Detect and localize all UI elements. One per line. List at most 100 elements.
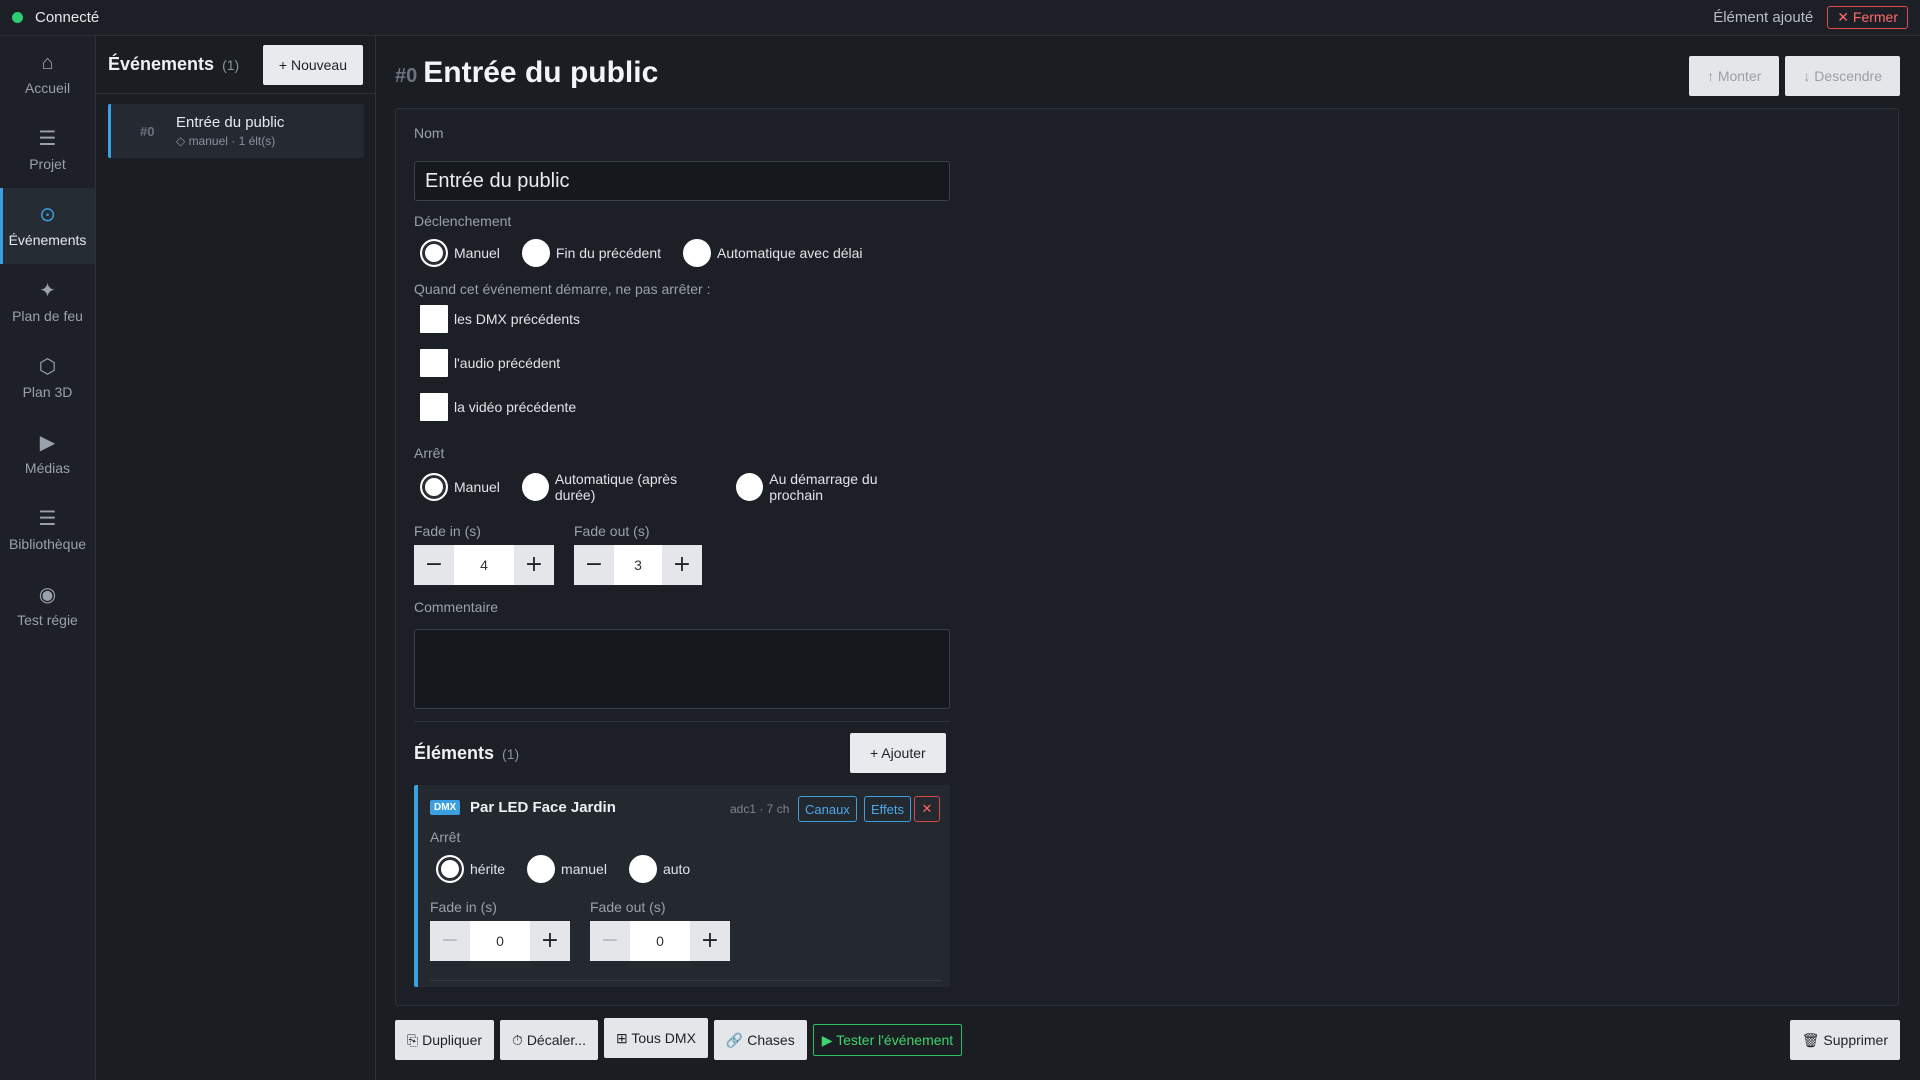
page-title: #0 Entrée du public [395,56,658,90]
delete-event-button[interactable]: 🗑 Supprimer [1789,1020,1900,1060]
close-notification-button[interactable]: ✕ Fermer [1827,6,1908,29]
radio-selected[interactable] [436,855,464,883]
stop-option-manual[interactable]: Manuel [420,473,500,501]
no-stop-label: Quand cet événement démarre, ne pas arrê… [414,281,711,297]
divider [414,721,950,722]
event-meta: ◇ manuel · 1 élt(s) [176,134,276,148]
radio[interactable] [736,473,764,501]
element-stop-label: Arrêt [430,829,461,845]
nav-item-plan-de-feu[interactable]: ✦ Plan de feu [0,264,95,340]
fade-in-decrement-button[interactable]: − [414,545,454,585]
element-fade-out-value[interactable]: 0 [630,921,690,961]
stop-option-next-start[interactable]: Au démarrage du prochain [736,471,928,503]
nav-item-test-regie[interactable]: ◉ Test régie [0,568,95,644]
radio[interactable] [683,239,711,267]
elements-count: (1) [502,746,520,762]
radio-icon: ◉ [38,584,57,606]
hexagon-icon: ⬡ [38,356,57,378]
fade-out-value[interactable]: 3 [614,545,662,585]
duplicate-button[interactable]: ⎘ Dupliquer [395,1020,495,1060]
fade-out-stepper: − 3 + [574,545,702,585]
nav-item-projet[interactable]: ☰ Projet [0,112,95,188]
trigger-option-end-previous[interactable]: Fin du précédent [521,239,661,267]
name-label: Nom [414,125,444,141]
nav-item-bibliotheque[interactable]: ☰ Bibliothèque [0,492,95,568]
main-nav: ⌂ Accueil ☰ Projet ⊙ Événements ✦ Plan d… [0,36,96,1080]
fade-out-decrement-button[interactable]: − [574,545,614,585]
checkbox[interactable] [420,305,448,333]
radio-label: auto [662,861,691,877]
element-fade-out-increment-button[interactable]: + [690,921,730,961]
remove-element-button[interactable]: ✕ [914,796,940,822]
fade-in-increment-button[interactable]: + [514,545,554,585]
element-stop-inherit[interactable]: hérite [436,855,505,883]
no-stop-dmx-checkbox[interactable]: les DMX précédents [420,305,580,333]
nav-item-label: Plan de feu [12,308,83,324]
element-meta: adc1 · 7 ch [730,802,790,816]
home-icon: ⌂ [41,52,54,74]
checkbox[interactable] [420,393,448,421]
play-icon: ▶ [39,432,56,454]
event-info: Entrée du public ◇ manuel · 1 élt(s) [176,114,284,148]
radio[interactable] [527,855,556,883]
events-list-header: Événements (1) + Nouveau [96,36,375,94]
element-fade-out-decrement-button[interactable]: − [590,921,630,961]
move-down-button[interactable]: ↓ Descendre [1785,56,1900,96]
effects-button[interactable]: Effets [864,796,912,822]
nav-item-label: Événements [8,232,87,248]
checkbox[interactable] [420,349,448,377]
nav-item-label: Bibliothèque [8,536,87,552]
trigger-radio-group: Manuel Fin du précédent Automatique avec… [420,239,885,267]
trigger-label: Déclenchement [414,213,512,229]
element-fade-in-value[interactable]: 0 [470,921,530,961]
name-input[interactable] [414,161,950,201]
event-actions-bar: ⎘ Dupliquer ⏱ Décaler... ⊞ Tous DMX 🔗 Ch… [395,1018,963,1060]
radio[interactable] [521,473,549,501]
stop-option-auto-duration[interactable]: Automatique (après durée) [521,471,714,503]
new-event-button[interactable]: + Nouveau [262,44,363,85]
comment-textarea[interactable] [414,629,950,709]
element-stop-manual[interactable]: manuel [527,855,607,883]
nav-item-label: Médias [24,460,71,476]
chases-button[interactable]: 🔗 Chases [713,1020,807,1060]
nav-item-label: Projet [29,156,66,172]
no-stop-video-checkbox[interactable]: la vidéo précédente [420,393,576,421]
element-fade-in-increment-button[interactable]: + [530,921,570,961]
element-stop-auto[interactable]: auto [628,855,691,883]
stop-radio-group: Manuel Automatique (après durée) Au déma… [420,471,950,503]
fade-in-value[interactable]: 4 [454,545,514,585]
all-dmx-button[interactable]: ⊞ Tous DMX [603,1018,708,1058]
nav-item-plan-3d[interactable]: ⬡ Plan 3D [0,340,95,416]
move-buttons: ↑ Monter ↓ Descendre [1688,56,1900,96]
add-element-button[interactable]: + Ajouter [850,733,946,773]
fade-out-increment-button[interactable]: + [662,545,702,585]
nav-item-medias[interactable]: ▶ Médias [0,416,95,492]
dmx-badge: DMX [430,800,461,815]
stop-label: Arrêt [414,445,445,461]
element-card: DMX Par LED Face Jardin adc1 · 7 ch Cana… [414,785,950,987]
checkbox-label: l'audio précédent [454,355,561,371]
radio[interactable] [521,239,550,267]
notification-area: Élément ajouté ✕ Fermer [1713,6,1908,29]
radio-selected[interactable] [420,239,448,267]
radio-selected[interactable] [420,473,448,501]
elements-title-text: Éléments [414,743,495,763]
events-count: (1) [222,57,240,73]
nav-item-evenements[interactable]: ⊙ Événements [0,188,95,264]
radio-label: Automatique avec délai [717,245,863,261]
event-list-item[interactable]: #0 Entrée du public ◇ manuel · 1 élt(s) [108,104,364,158]
radio[interactable] [628,855,657,883]
trigger-option-auto-delay[interactable]: Automatique avec délai [683,239,863,267]
channels-button[interactable]: Canaux [798,796,857,822]
comment-label: Commentaire [414,599,499,615]
checkbox-label: la vidéo précédente [454,399,577,415]
element-fade-out-stepper: − 0 + [590,921,730,961]
move-up-button[interactable]: ↑ Monter [1688,56,1780,96]
test-event-button[interactable]: ▶ Tester l'événement [812,1024,963,1056]
event-editor-title: Entrée du public [423,56,659,89]
trigger-option-manual[interactable]: Manuel [420,239,500,267]
nav-item-accueil[interactable]: ⌂ Accueil [0,36,95,112]
shift-button[interactable]: ⏱ Décaler... [500,1020,598,1060]
element-fade-in-decrement-button[interactable]: − [430,921,470,961]
no-stop-audio-checkbox[interactable]: l'audio précédent [420,349,560,377]
